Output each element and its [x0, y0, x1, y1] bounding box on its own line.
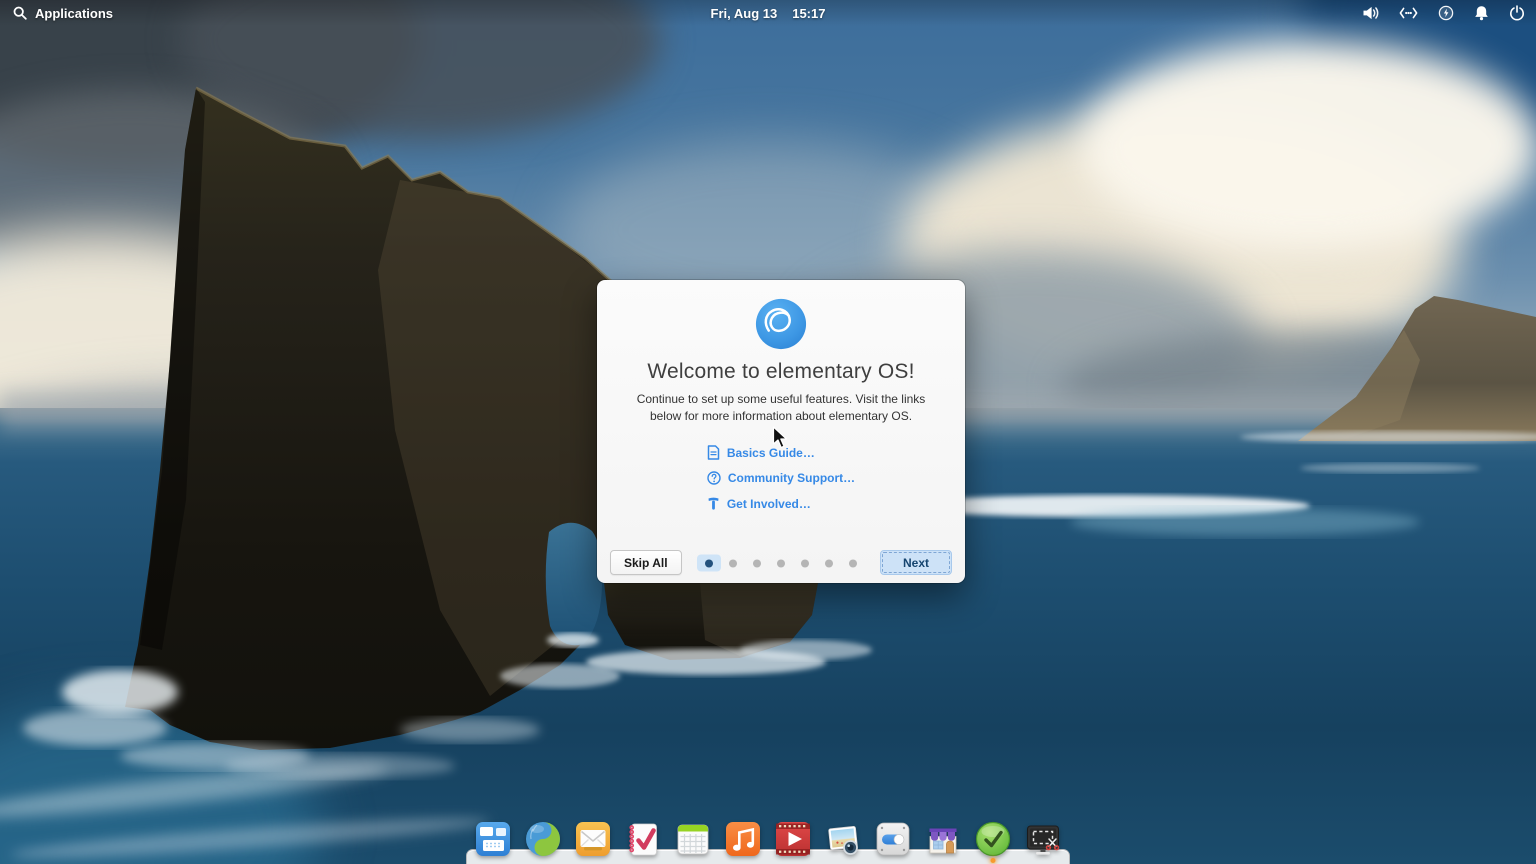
notifications-bell-icon[interactable] [1474, 5, 1489, 21]
dialog-subtitle: Continue to set up some useful features.… [625, 391, 937, 425]
clock[interactable]: Fri, Aug 13 15:17 [711, 0, 826, 26]
desktop: Applications Fri, Aug 13 15:17 [0, 0, 1536, 864]
dock-item-videos-icon[interactable] [773, 819, 813, 859]
mouse-cursor [772, 426, 790, 450]
skip-all-button[interactable]: Skip All [610, 550, 682, 575]
power-circle-icon[interactable] [1438, 5, 1454, 21]
panel-time: 15:17 [792, 6, 825, 21]
dock [466, 800, 1070, 864]
dock-item-photos-icon[interactable] [823, 819, 863, 859]
page-dot-2[interactable] [745, 555, 769, 572]
page-dot-0[interactable] [697, 555, 721, 572]
help-icon [707, 471, 721, 485]
basics-guide-link[interactable]: Basics Guide… [707, 445, 815, 460]
page-dot-1[interactable] [721, 555, 745, 572]
document-icon [707, 445, 720, 460]
hammer-icon [707, 496, 720, 511]
page-dot-6[interactable] [841, 555, 865, 572]
dialog-title: Welcome to elementary OS! [597, 360, 965, 384]
search-icon [13, 6, 27, 20]
community-support-link[interactable]: Community Support… [707, 471, 855, 485]
dock-item-appcenter-icon[interactable] [923, 819, 963, 859]
elementary-logo-icon [754, 297, 808, 351]
get-involved-link[interactable]: Get Involved… [707, 496, 811, 511]
page-dots [697, 555, 865, 572]
volume-icon[interactable] [1362, 5, 1379, 21]
dock-item-tasks-icon[interactable] [623, 819, 663, 859]
dialog-links: Basics Guide… Community Support… Ge [597, 445, 965, 511]
session-power-icon[interactable] [1509, 5, 1525, 21]
next-button[interactable]: Next [880, 550, 952, 575]
dock-item-system-settings-icon[interactable] [873, 819, 913, 859]
dock-item-mail-icon[interactable] [573, 819, 613, 859]
page-dot-4[interactable] [793, 555, 817, 572]
dock-item-music-icon[interactable] [723, 819, 763, 859]
dock-item-multitasking-icon[interactable] [473, 819, 513, 859]
dock-item-calendar-icon[interactable] [673, 819, 713, 859]
dock-item-screenshot-tool-icon[interactable] [1023, 819, 1063, 859]
dialog-action-bar: Skip All Next [610, 550, 952, 576]
applications-menu[interactable]: Applications [9, 4, 117, 23]
page-dot-5[interactable] [817, 555, 841, 572]
top-panel: Applications Fri, Aug 13 15:17 [0, 0, 1536, 26]
panel-date: Fri, Aug 13 [711, 6, 778, 21]
dock-item-updates-check-icon[interactable] [973, 819, 1013, 859]
dock-item-web-browser-icon[interactable] [523, 819, 563, 859]
system-tray [1362, 5, 1527, 21]
network-icon[interactable] [1399, 6, 1418, 20]
applications-label: Applications [35, 6, 113, 21]
page-dot-3[interactable] [769, 555, 793, 572]
